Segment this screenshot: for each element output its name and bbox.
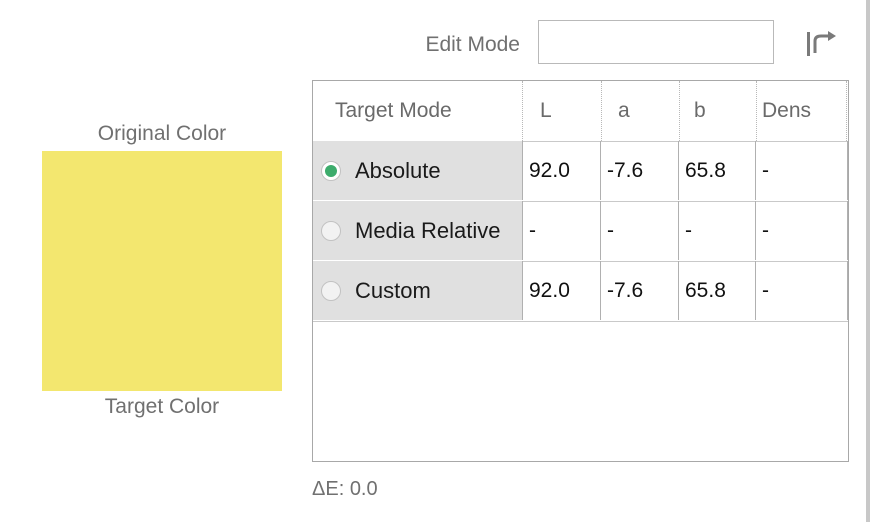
mode-label: Custom [355, 277, 431, 303]
mode-option-custom[interactable]: Custom [313, 261, 523, 320]
cell-l: 92.0 [523, 261, 601, 320]
mode-option-media-relative[interactable]: Media Relative [313, 201, 523, 260]
color-swatch [42, 151, 282, 391]
cell-l: - [523, 201, 601, 260]
cell-a: -7.6 [601, 261, 679, 320]
undo-button[interactable] [800, 26, 844, 62]
cell-b: 65.8 [679, 141, 756, 200]
delta-e-readout: ΔE: 0.0 [312, 478, 378, 500]
table-row: Absolute 92.0 -7.6 65.8 - [313, 141, 848, 202]
header-dens: Dens [762, 99, 812, 122]
cell-b: - [679, 201, 756, 260]
header-l: L [540, 99, 552, 122]
cell-a: -7.6 [601, 141, 679, 200]
header-a: a [618, 99, 630, 122]
edit-mode-input[interactable] [538, 20, 774, 64]
mode-label: Media Relative [355, 217, 501, 243]
mode-option-absolute[interactable]: Absolute [313, 141, 523, 200]
header-b: b [694, 99, 706, 122]
target-color-label: Target Color [104, 395, 220, 418]
cell-dens: - [756, 141, 848, 200]
cell-dens: - [756, 201, 848, 260]
radio-button[interactable] [321, 280, 341, 301]
cell-dens: - [756, 261, 848, 320]
mode-label: Absolute [355, 157, 441, 183]
header-separator [846, 81, 847, 141]
window-edge [866, 0, 870, 522]
table-header: Target Mode L a b Dens [313, 81, 848, 142]
radio-button[interactable] [321, 220, 341, 241]
table-row: Custom 92.0 -7.6 65.8 - [313, 261, 848, 322]
undo-icon [807, 31, 836, 56]
radio-dot-icon [325, 164, 337, 177]
cell-a: - [601, 201, 679, 260]
cell-l: 92.0 [523, 141, 601, 200]
edit-mode-label: Edit Mode [425, 33, 520, 56]
radio-button[interactable] [321, 160, 341, 181]
target-mode-table: Target Mode L a b Dens Absolute 92.0 -7.… [312, 80, 849, 462]
cell-b: 65.8 [679, 261, 756, 320]
original-color-label: Original Color [97, 122, 227, 145]
header-target-mode: Target Mode [335, 99, 452, 122]
table-row: Media Relative - - - - [313, 201, 848, 262]
